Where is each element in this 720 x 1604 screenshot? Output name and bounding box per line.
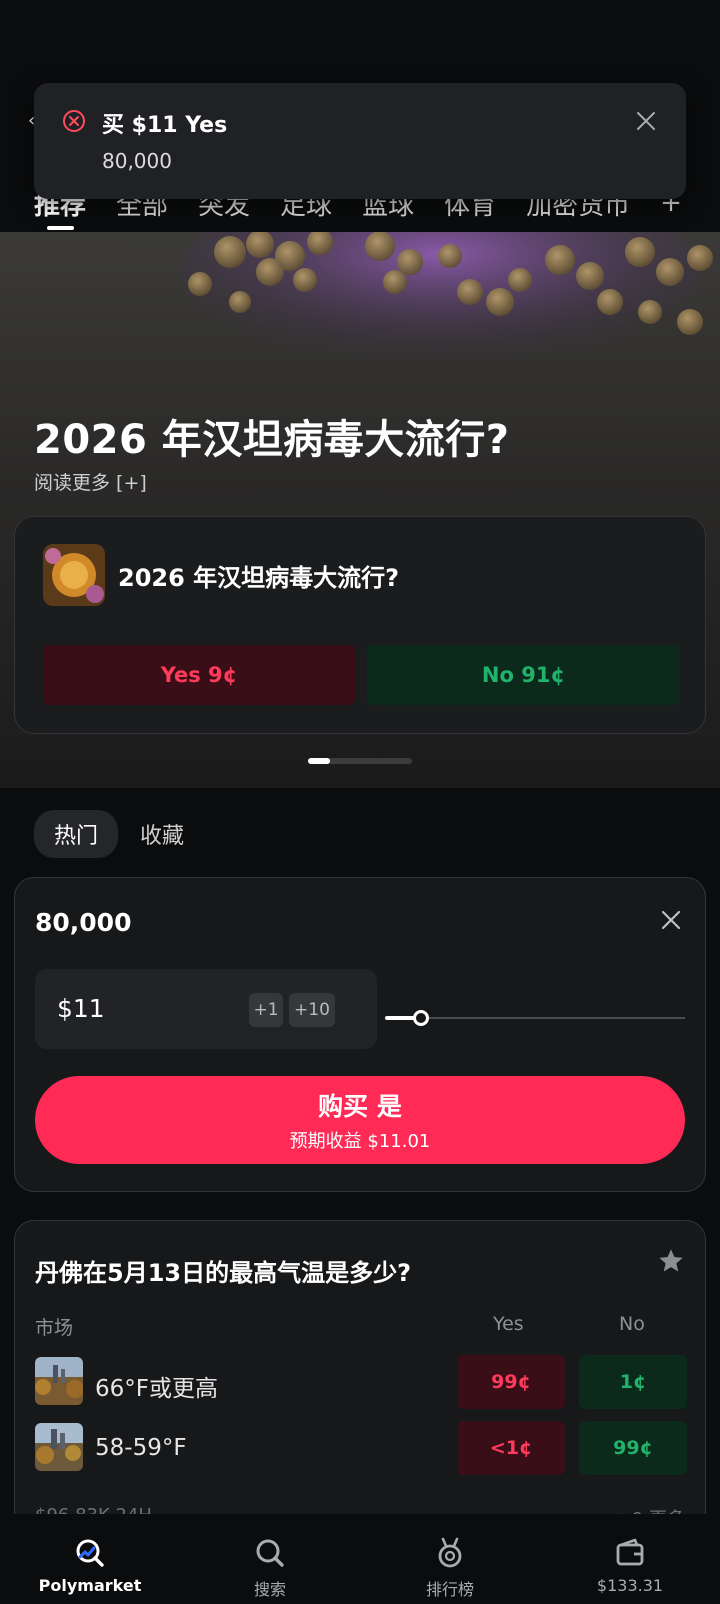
pager-active-dot [308,758,330,764]
slider-fill [385,1016,415,1020]
nav-home[interactable]: Polymarket [0,1514,180,1604]
column-no: No [619,1313,645,1335]
temperature-market-card[interactable]: 丹佛在5月13日的最高气温是多少? 市场 Yes No 66°F或更高 99¢ … [14,1220,706,1550]
buy-yes-button[interactable]: Yes 9¢ [43,645,355,705]
feed-filters: 热门 收藏 [34,810,184,858]
add-10-button[interactable]: +10 [289,993,335,1027]
outcome-label: 66°F或更高 [95,1376,218,1402]
no-price-button[interactable]: 1¢ [579,1355,687,1409]
slider-track [385,1017,685,1019]
carousel-pager [308,758,412,764]
nav-leaderboard[interactable]: 排行榜 [360,1514,540,1604]
nav-label: 搜索 [253,1580,286,1599]
wallet-icon [616,1538,644,1566]
outcome-thumbnail [35,1423,83,1471]
order-toast: 买 $11 Yes 80,000 [34,83,686,199]
toast-subtitle: 80,000 [102,149,172,173]
add-1-button[interactable]: +1 [249,993,283,1027]
trade-panel: 80,000 $11 +1 +10 购买 是 预期收益 $11.01 [14,877,706,1192]
trade-title: 80,000 [35,908,132,937]
nav-wallet[interactable]: $133.31 [540,1514,720,1604]
buy-yes-submit-button[interactable]: 购买 是 预期收益 $11.01 [35,1076,685,1164]
amount-value: $11 [57,994,105,1023]
market-title: 丹佛在5月13日的最高气温是多少? [35,1259,412,1287]
nav-search[interactable]: 搜索 [180,1514,360,1604]
column-yes: Yes [493,1313,524,1335]
filter-hot[interactable]: 热门 [34,810,119,858]
market-thumbnail [43,544,105,606]
yes-price-button[interactable]: <1¢ [457,1421,565,1475]
outcome-label: 58-59°F [95,1435,187,1461]
yes-price-button[interactable]: 99¢ [457,1355,565,1409]
buy-button-label: 购买 是 [318,1092,402,1121]
close-icon[interactable] [634,109,658,133]
nav-label: 排行榜 [425,1580,474,1599]
close-icon[interactable] [657,906,685,934]
error-circle-icon [63,110,85,132]
outcome-row[interactable]: 58-59°F <1¢ 99¢ [35,1421,687,1475]
toast-title: 买 $11 Yes [102,113,228,138]
no-price-button[interactable]: 99¢ [579,1421,687,1475]
polymarket-logo-icon [76,1539,104,1567]
outcome-row[interactable]: 66°F或更高 99¢ 1¢ [35,1355,687,1409]
outcome-thumbnail [35,1357,83,1405]
expected-payout: 预期收益 $11.01 [289,1131,431,1152]
medal-icon [438,1537,462,1568]
amount-input[interactable]: $11 +1 +10 [35,969,377,1049]
amount-slider[interactable] [385,1008,685,1028]
hero-market-card[interactable]: 2026 年汉坦病毒大流行? Yes 9¢ No 91¢ [14,516,706,734]
slider-knob[interactable] [413,1010,429,1026]
column-market: 市场 [35,1317,74,1339]
active-tab-indicator [47,226,74,230]
nav-label: Polymarket [38,1576,142,1595]
bottom-navigation: Polymarket 搜索 排行榜 $133.31 [0,1514,720,1604]
market-title: 2026 年汉坦病毒大流行? [118,564,400,592]
star-icon[interactable] [657,1247,685,1275]
buy-no-button[interactable]: No 91¢ [367,645,680,705]
nav-label: $133.31 [596,1576,664,1595]
search-icon [256,1539,284,1567]
hero-banner[interactable]: 2026 年汉坦病毒大流行? 阅读更多 [+] 2026 年汉坦病毒大流行? Y… [0,232,720,788]
hero-title: 2026 年汉坦病毒大流行? [34,417,510,463]
filter-favorites[interactable]: 收藏 [140,810,184,858]
read-more-link[interactable]: 阅读更多 [+] [34,468,147,495]
